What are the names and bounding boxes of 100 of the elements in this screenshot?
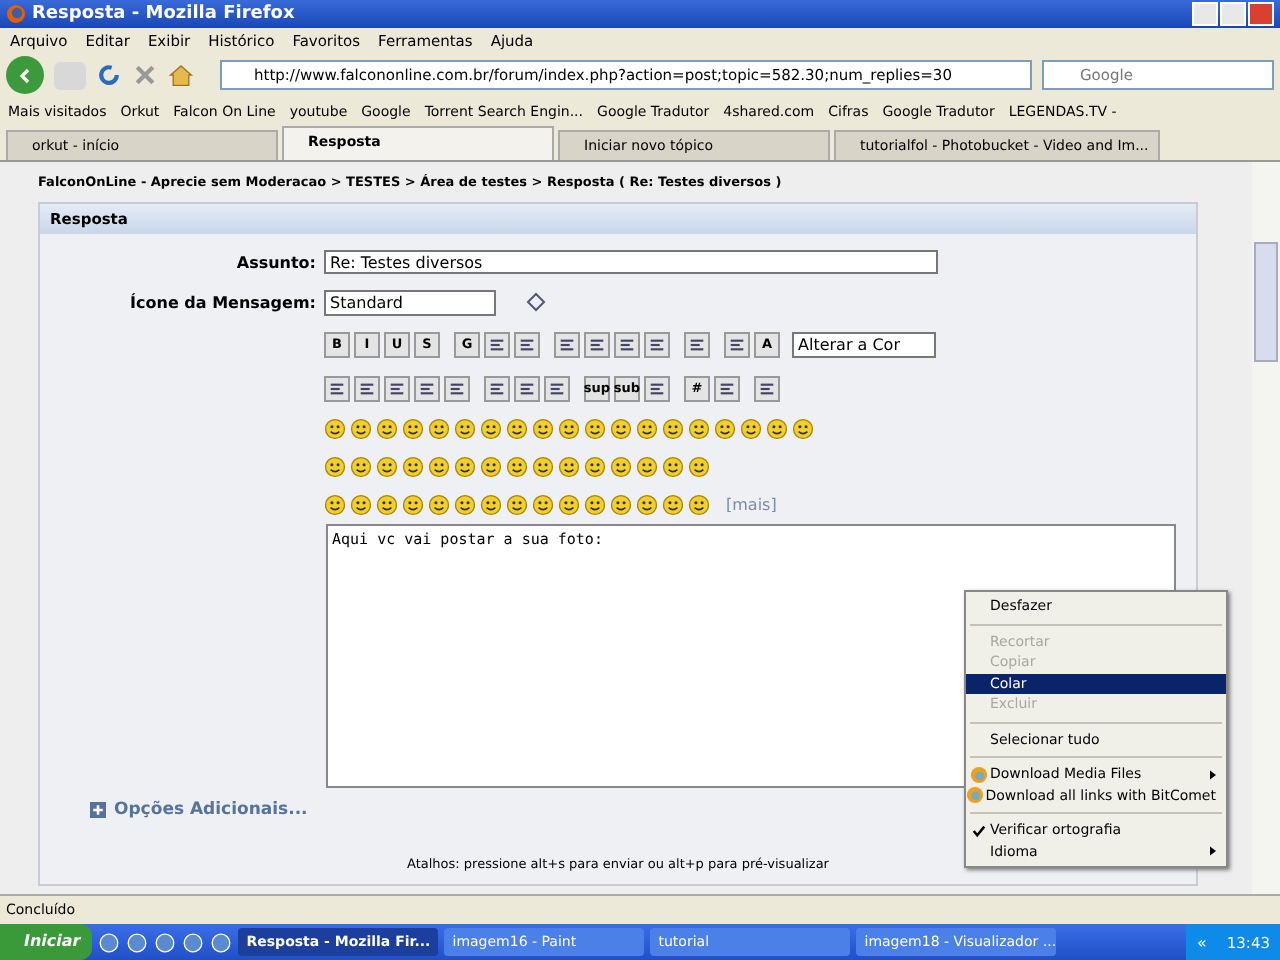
smiley-icon[interactable] — [324, 418, 346, 440]
lines-icon — [518, 379, 536, 397]
smiley-icon[interactable] — [376, 418, 398, 440]
smiley-icon[interactable] — [480, 456, 502, 478]
format-button[interactable] — [714, 375, 740, 401]
quick-launch-icon[interactable] — [210, 931, 233, 953]
lines-icon — [648, 335, 666, 353]
format-button[interactable] — [444, 375, 470, 401]
smiley-icon[interactable] — [480, 494, 502, 516]
subject-field[interactable]: Re: Testes diversos — [324, 250, 938, 274]
smiley-icon[interactable] — [324, 494, 346, 516]
message-icon-label: Ícone da Mensagem: — [128, 293, 316, 311]
format-button[interactable] — [644, 375, 670, 401]
format-button[interactable] — [684, 331, 710, 357]
smiley-icon[interactable] — [688, 456, 710, 478]
additional-options-link[interactable]: Opções Adicionais... — [114, 800, 308, 820]
smiley-icon[interactable] — [350, 494, 372, 516]
smiley-icon[interactable] — [402, 418, 424, 440]
smiley-icon[interactable] — [506, 456, 528, 478]
lines-icon — [588, 335, 606, 353]
lines-icon — [548, 379, 566, 397]
smiley-icon[interactable] — [610, 456, 632, 478]
smiley-icon[interactable] — [558, 418, 580, 440]
lines-icon — [488, 335, 506, 353]
smiley-icon[interactable] — [662, 418, 684, 440]
lines-icon — [758, 379, 776, 397]
start-button[interactable]: Iniciar — [0, 924, 93, 960]
format-button[interactable] — [384, 375, 410, 401]
lines-icon — [418, 379, 436, 397]
smiley-icon[interactable] — [792, 418, 814, 440]
smiley-icon[interactable] — [714, 418, 736, 440]
subject-label: Assunto: — [234, 253, 316, 271]
smiley-icon[interactable] — [766, 418, 788, 440]
smiley-icon[interactable] — [428, 494, 450, 516]
scrollbar[interactable] — [1252, 162, 1280, 894]
smiley-icon[interactable] — [402, 494, 424, 516]
quick-launch-icon[interactable] — [98, 931, 121, 953]
smiley-icon[interactable] — [402, 456, 424, 478]
quick-launch-icon[interactable] — [182, 931, 205, 953]
expand-icon[interactable] — [90, 802, 106, 818]
format-button[interactable] — [614, 331, 640, 357]
reload-icon[interactable] — [96, 62, 122, 88]
smiley-icon[interactable] — [636, 418, 658, 440]
smiley-icon[interactable] — [376, 456, 398, 478]
smiley-icon[interactable] — [532, 494, 554, 516]
smiley-icon[interactable] — [454, 418, 476, 440]
smiley-icon[interactable] — [428, 456, 450, 478]
format-button[interactable] — [584, 331, 610, 357]
tray-expand-button[interactable]: « — [1196, 933, 1207, 951]
format-button[interactable] — [414, 375, 440, 401]
smiley-icon[interactable] — [584, 456, 606, 478]
format-button[interactable] — [514, 331, 540, 357]
smiley-icon[interactable] — [740, 418, 762, 440]
home-icon[interactable] — [168, 62, 194, 88]
quick-launch-icon[interactable] — [126, 931, 149, 953]
smiley-icon[interactable] — [324, 456, 346, 478]
format-button[interactable] — [514, 375, 540, 401]
smiley-icon[interactable] — [584, 494, 606, 516]
format-button[interactable] — [544, 375, 570, 401]
format-button[interactable] — [324, 375, 350, 401]
lines-icon — [558, 335, 576, 353]
smiley-icon[interactable] — [584, 418, 606, 440]
smiley-icon[interactable] — [610, 418, 632, 440]
format-button[interactable] — [484, 331, 510, 357]
smiley-icon[interactable] — [428, 418, 450, 440]
smiley-icon[interactable] — [662, 456, 684, 478]
format-button[interactable] — [644, 331, 670, 357]
lines-icon — [488, 379, 506, 397]
smiley-icon[interactable] — [558, 456, 580, 478]
smiley-icon[interactable] — [558, 494, 580, 516]
smiley-icon[interactable] — [480, 418, 502, 440]
lines-icon — [718, 379, 736, 397]
format-button[interactable] — [724, 331, 750, 357]
lines-icon — [728, 335, 746, 353]
smiley-icon[interactable] — [506, 494, 528, 516]
format-button[interactable] — [484, 375, 510, 401]
format-button[interactable] — [354, 375, 380, 401]
smiley-icon[interactable] — [376, 494, 398, 516]
browser-logo-icon — [6, 4, 26, 24]
smiley-icon[interactable] — [662, 494, 684, 516]
smiley-icon[interactable] — [506, 418, 528, 440]
smiley-icon[interactable] — [688, 418, 710, 440]
smiley-icon[interactable] — [636, 456, 658, 478]
lines-icon — [618, 335, 636, 353]
format-button[interactable] — [554, 331, 580, 357]
format-button[interactable] — [754, 375, 780, 401]
back-button[interactable] — [6, 56, 44, 94]
smiley-icon[interactable] — [688, 494, 710, 516]
close-button[interactable] — [1248, 2, 1274, 26]
smiley-icon[interactable] — [610, 494, 632, 516]
quick-launch-icon[interactable] — [154, 931, 177, 953]
smiley-icon[interactable] — [454, 494, 476, 516]
smiley-icon[interactable] — [350, 418, 372, 440]
smiley-icon[interactable] — [532, 456, 554, 478]
smiley-icon[interactable] — [350, 456, 372, 478]
smiley-icon[interactable] — [636, 494, 658, 516]
message-icon-select[interactable]: Standard — [324, 289, 496, 315]
color-select[interactable]: Alterar a Cor — [792, 331, 936, 357]
smiley-icon[interactable] — [532, 418, 554, 440]
smiley-icon[interactable] — [454, 456, 476, 478]
